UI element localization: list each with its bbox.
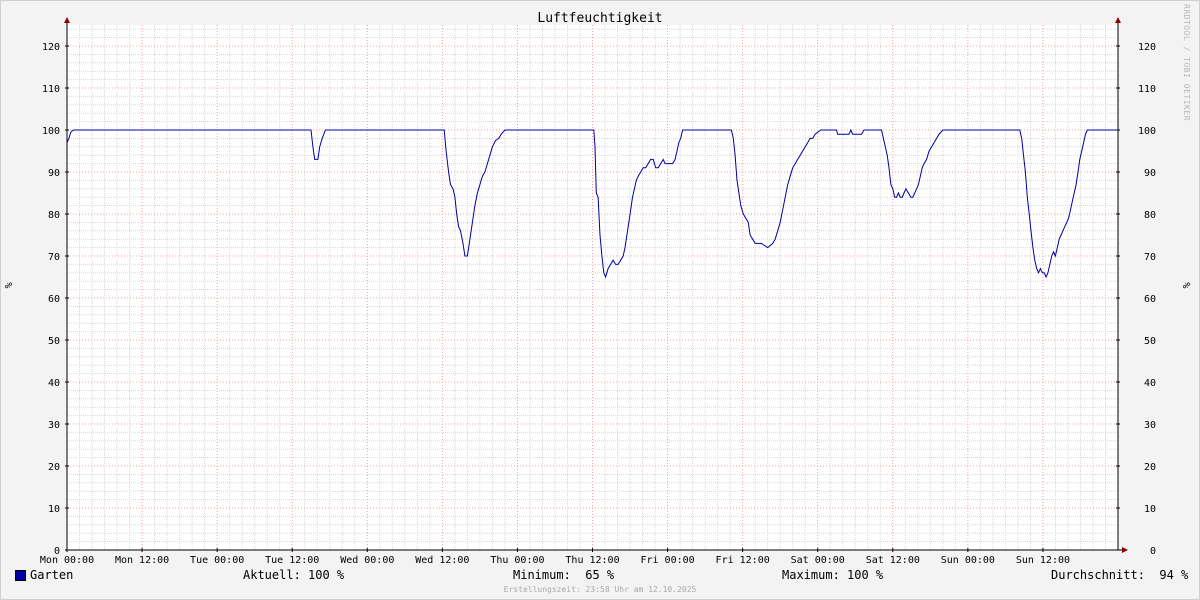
x-tick-label: Wed 12:00 bbox=[415, 555, 469, 566]
x-tick-label: Tue 00:00 bbox=[190, 555, 244, 566]
y-tick-label-left: 70 bbox=[48, 252, 60, 263]
y-tick-label-right: 110 bbox=[1138, 84, 1156, 95]
y-tick-label-left: 110 bbox=[42, 84, 60, 95]
y-tick-label-right: 30 bbox=[1144, 420, 1156, 431]
y-tick-label-left: 20 bbox=[48, 462, 60, 473]
y-tick-label-left: 40 bbox=[48, 378, 60, 389]
legend-swatch bbox=[15, 570, 26, 581]
y-axis-label-right: % bbox=[1182, 282, 1193, 288]
legend-maximum: Maximum: 100 % bbox=[782, 568, 884, 582]
y-tick-label-right: 40 bbox=[1144, 378, 1156, 389]
x-tick-label: Tue 12:00 bbox=[265, 555, 319, 566]
y-tick-label-left: 100 bbox=[42, 126, 60, 137]
y-tick-label-right: 50 bbox=[1144, 336, 1156, 347]
y-tick-label-right: 0 bbox=[1150, 546, 1156, 557]
legend-current: Aktuell: 100 % bbox=[243, 568, 345, 582]
y-tick-label-left: 10 bbox=[48, 504, 60, 515]
y-tick-label-right: 120 bbox=[1138, 42, 1156, 53]
y-tick-label-right: 20 bbox=[1144, 462, 1156, 473]
x-tick-label: Fri 12:00 bbox=[716, 555, 770, 566]
y-tick-label-left: 60 bbox=[48, 294, 60, 305]
legend-minimum: Minimum: 65 % bbox=[513, 568, 615, 582]
rrdtool-watermark: RRDTOOL / TOBI OETIKER bbox=[1182, 4, 1191, 121]
y-tick-label-right: 10 bbox=[1144, 504, 1156, 515]
chart-canvas: Mon 00:00 Mon 12:00 Tue 00:00 Tue 12:00 Wed … bbox=[4, 17, 1193, 566]
x-tick-label: Mon 12:00 bbox=[115, 555, 169, 566]
x-tick-label: Sat 12:00 bbox=[866, 555, 920, 566]
y-tick-label-left: 0 bbox=[54, 546, 60, 557]
legend-series-name: Garten bbox=[30, 568, 74, 582]
legend-average: Durchschnitt: 94 % bbox=[1051, 568, 1189, 582]
y-tick-label-left: 50 bbox=[48, 336, 60, 347]
y-tick-label-left: 30 bbox=[48, 420, 60, 431]
x-tick-label: Sun 00:00 bbox=[941, 555, 995, 566]
y-axis-label-left: % bbox=[4, 282, 15, 288]
footer-timestamp: Erstellungszeit: 23:58 Uhr am 12.10.2025 bbox=[503, 585, 697, 594]
y-tick-label-left: 90 bbox=[48, 168, 60, 179]
y-tick-label-right: 60 bbox=[1144, 294, 1156, 305]
x-tick-label: Wed 00:00 bbox=[340, 555, 394, 566]
x-tick-label: Sat 00:00 bbox=[791, 555, 845, 566]
y-tick-label-left: 80 bbox=[48, 210, 60, 221]
x-axis-arrow bbox=[1122, 547, 1128, 553]
y-tick-label-left: 120 bbox=[42, 42, 60, 53]
y-tick-label-right: 90 bbox=[1144, 168, 1156, 179]
x-tick-label: Thu 12:00 bbox=[565, 555, 619, 566]
x-tick-label: Thu 00:00 bbox=[490, 555, 544, 566]
y-tick-label-right: 100 bbox=[1138, 126, 1156, 137]
y-tick-label-right: 80 bbox=[1144, 210, 1156, 221]
chart-title: Luftfeuchtigkeit bbox=[537, 11, 663, 26]
x-tick-label: Mon 00:00 bbox=[40, 555, 94, 566]
y-tick-label-right: 70 bbox=[1144, 252, 1156, 263]
x-tick-label: Sun 12:00 bbox=[1016, 555, 1070, 566]
x-tick-label: Fri 00:00 bbox=[640, 555, 694, 566]
